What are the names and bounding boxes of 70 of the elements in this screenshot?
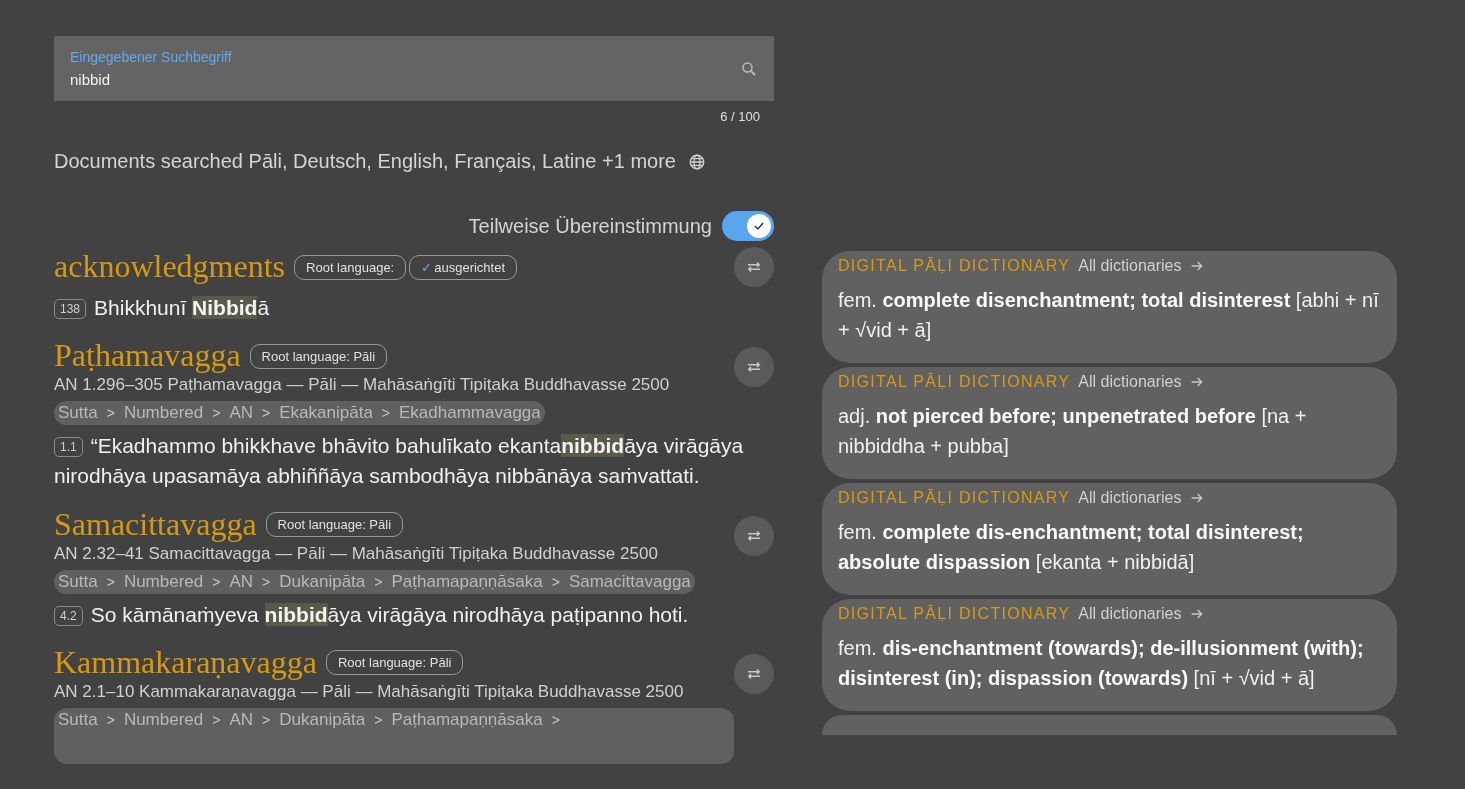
partial-match-toggle[interactable] <box>722 211 774 241</box>
all-dictionaries-link[interactable]: All dictionaries <box>1078 605 1182 623</box>
swap-button[interactable] <box>734 653 774 694</box>
swap-button[interactable] <box>734 347 774 388</box>
all-dictionaries-link[interactable]: All dictionaries <box>1078 373 1182 391</box>
breadcrumb-link[interactable]: AN <box>229 403 254 424</box>
breadcrumb-separator: > <box>212 711 221 728</box>
result-title[interactable]: Samacittavagga <box>54 507 257 542</box>
breadcrumb-link[interactable]: Ekadhammavagga <box>399 403 541 424</box>
result-title[interactable]: Paṭhamavagga <box>54 339 241 374</box>
swap-button[interactable] <box>734 247 774 287</box>
breadcrumb-link[interactable]: Dukanipāta <box>279 571 366 592</box>
breadcrumb-link[interactable]: Ekakanipāta <box>279 403 373 424</box>
breadcrumb-link[interactable]: AN <box>229 571 254 592</box>
search-field[interactable]: Eingegebener Suchbegriff nibbid <box>54 36 774 101</box>
root-language-tag: ✓ausgerichtet <box>409 254 518 280</box>
search-icon[interactable] <box>740 59 758 78</box>
search-input[interactable]: nibbid <box>70 71 740 88</box>
breadcrumb-link[interactable]: Sutta <box>58 403 98 424</box>
breadcrumb-separator: > <box>551 711 560 728</box>
breadcrumb-separator: > <box>262 573 271 590</box>
segment-number[interactable]: 4.2 <box>54 605 83 626</box>
breadcrumb-link[interactable]: Sutta <box>58 709 98 730</box>
breadcrumb-separator: > <box>212 573 221 590</box>
root-language-tag: Root language: Pāli <box>249 343 388 369</box>
breadcrumb-link[interactable]: AN <box>229 709 254 730</box>
breadcrumb-link[interactable]: Numbered <box>123 403 204 424</box>
field-label: Eingegebener Suchbegriff <box>70 49 233 65</box>
document-info: AN 2.1–10 Kammakaraṇavagga — Pāli — Mahāsaṅgīti Tipiṭaka Buddhavasse 2500 <box>54 681 685 702</box>
breadcrumb-link[interactable]: Dukanipāta <box>279 709 366 730</box>
breadcrumb-separator: > <box>262 711 271 728</box>
breadcrumb-separator: > <box>106 711 115 728</box>
globe-icon[interactable] <box>688 152 706 171</box>
result-title[interactable]: acknowledgments <box>54 250 286 284</box>
root-language-tag: Root language: Pāli <box>265 512 404 538</box>
breadcrumb-link[interactable]: Samacittavagga <box>568 571 691 592</box>
segment-number[interactable]: 1.1 <box>54 437 83 458</box>
all-dictionaries-link[interactable]: All dictionaries <box>1078 489 1182 507</box>
root-language-tag: Root language: Pāli <box>325 650 464 676</box>
definition-text: fem. complete disenchantment; total disinterest [abhi + nī + √vid + ā] <box>838 288 1380 343</box>
definition-text: fem. complete dis-enchantment; total disinterest; absolute dispassion [ekanta + nibbidā] <box>838 520 1305 575</box>
document-info: AN 2.32–41 Samacittavagga — Pāli — Mahāsaṅgīti Tipiṭaka Buddhavasse 2500 <box>54 543 659 564</box>
result-title[interactable]: Kammakaraṇavagga <box>54 645 317 680</box>
breadcrumb-link[interactable]: Numbered <box>123 571 204 592</box>
character-counter: 6 / 100 <box>720 109 760 124</box>
breadcrumb-link[interactable]: Paṭhamapaṇṇāsaka <box>391 709 543 730</box>
all-dictionaries-link[interactable]: All dictionaries <box>1078 257 1182 275</box>
breadcrumb-separator: > <box>106 573 115 590</box>
toggle-label: Teilweise Übereinstimmung <box>468 214 712 238</box>
breadcrumb-link[interactable]: Numbered <box>123 709 204 730</box>
definition-text: adj. not pierced before; unpenetrated before [na + nibbiddha + pubba] <box>838 404 1308 459</box>
documents-searched: Documents searched Pāli, Deutsch, English, Français, Latine +1 more <box>54 150 676 173</box>
breadcrumb-separator: > <box>262 405 271 422</box>
breadcrumb-separator: > <box>212 405 221 422</box>
document-info: AN 1.296–305 Paṭhamavagga — Pāli — Mahāsaṅgīti Tipiṭaka Buddhavasse 2500 <box>54 375 671 396</box>
root-language-tag: Root language: <box>294 254 407 280</box>
dictionary-source: DIGITAL PĀḶI DICTIONARY <box>838 605 1071 623</box>
breadcrumb-link[interactable]: Sutta <box>58 571 98 592</box>
dictionary-source: DIGITAL PĀḶI DICTIONARY <box>838 489 1071 507</box>
swap-button[interactable] <box>734 515 774 556</box>
breadcrumb-separator: > <box>551 573 560 590</box>
dictionary-source: DIGITAL PĀḶI DICTIONARY <box>838 257 1071 275</box>
definition-text: fem. dis-enchantment (towards); de-illusionment (with); disinterest (in); dispassion (towards) [nī + √vid + ā] <box>838 636 1365 691</box>
segment-number[interactable]: 138 <box>54 299 87 319</box>
breadcrumb-separator: > <box>106 405 115 422</box>
dictionary-source: DIGITAL PĀḶI DICTIONARY <box>838 373 1071 391</box>
breadcrumb-separator: > <box>374 573 383 590</box>
breadcrumb-separator: > <box>374 711 383 728</box>
breadcrumb-separator: > <box>381 405 391 422</box>
breadcrumb-link[interactable]: Paṭhamapaṇṇāsaka <box>391 571 543 592</box>
